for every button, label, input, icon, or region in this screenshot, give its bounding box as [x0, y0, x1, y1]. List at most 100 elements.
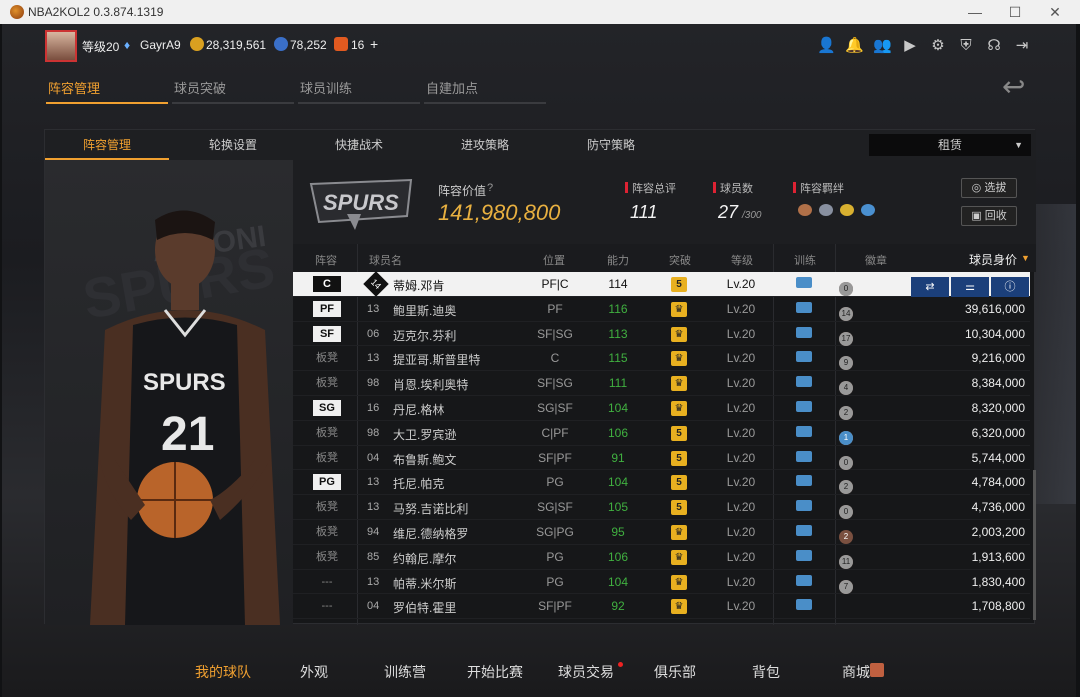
video-icon[interactable]: ▶: [901, 37, 919, 55]
training-icon[interactable]: [796, 574, 812, 586]
nav-shop[interactable]: 商城: [842, 662, 870, 682]
training-icon[interactable]: [796, 401, 812, 412]
tab-custom-points[interactable]: 自建加点: [424, 78, 546, 104]
subtab-lineup[interactable]: 阵容管理: [45, 130, 169, 160]
bond-icon[interactable]: [861, 204, 875, 216]
table-row[interactable]: PF13鲍里斯.迪奥PF116♛Lv.2031439,616,000: [293, 297, 1030, 322]
nav-backpack[interactable]: 背包: [752, 662, 780, 682]
gear-icon[interactable]: ⚙: [929, 37, 947, 55]
close-button[interactable]: ✕: [1035, 2, 1075, 22]
player-name[interactable]: 马努.吉诺比利: [393, 500, 468, 517]
help-icon[interactable]: ?: [487, 182, 493, 194]
lineup-slot[interactable]: C: [313, 276, 341, 292]
shield-icon[interactable]: ⛨: [957, 37, 975, 55]
training-icon[interactable]: [796, 301, 812, 313]
table-row[interactable]: SF06迈克尔.芬利SF|SG113♛Lv.2021710,304,000: [293, 322, 1030, 347]
training-icon[interactable]: [796, 525, 812, 536]
lineup-slot[interactable]: ---: [313, 574, 341, 590]
player-name[interactable]: 迈克尔.芬利: [393, 327, 456, 344]
training-icon[interactable]: [796, 475, 812, 487]
back-arrow-icon[interactable]: ↩: [1002, 73, 1034, 101]
sort-caret-icon[interactable]: ▼: [1021, 253, 1030, 263]
player-name[interactable]: 布鲁斯.鲍文: [393, 451, 456, 468]
table-row[interactable]: 板凳98肖恩.埃利奥特SF|SG111♛Lv.20248,384,000: [293, 371, 1030, 396]
lineup-slot[interactable]: SG: [313, 400, 341, 416]
train-button[interactable]: ⚌: [951, 277, 989, 297]
table-row[interactable]: 板凳98大卫.罗宾逊C|PF1065Lv.2015216,320,000: [293, 421, 1030, 446]
lineup-slot[interactable]: PF: [313, 300, 341, 317]
table-row[interactable]: PG13托尼.帕克PG1045Lv.201224,784,000: [293, 470, 1030, 496]
table-row[interactable]: SG16丹尼.格林SG|SF104♛Lv.20028,320,000: [293, 396, 1030, 421]
table-row[interactable]: --- 04 罗伯特.霍里 SF|PF 92 ♛ Lv.20 1,708,800: [293, 594, 1030, 620]
lineup-slot[interactable]: ---: [313, 598, 341, 614]
player-name[interactable]: 约翰尼.摩尔: [393, 550, 456, 567]
info-button[interactable]: ⓘ: [991, 277, 1029, 297]
lineup-slot[interactable]: SF: [313, 325, 341, 342]
rent-dropdown[interactable]: 租赁 ▼: [869, 134, 1031, 156]
subtab-rotation[interactable]: 轮换设置: [171, 130, 295, 160]
lineup-slot[interactable]: PG: [313, 474, 341, 491]
training-icon[interactable]: [796, 351, 812, 363]
player-name[interactable]: 托尼.帕克: [393, 475, 444, 492]
training-icon[interactable]: [796, 376, 812, 388]
player-name[interactable]: 肖恩.埃利奥特: [393, 376, 468, 393]
nav-training-camp[interactable]: 训练营: [384, 662, 426, 682]
player-name[interactable]: 帕蒂.米尔斯: [393, 575, 456, 592]
person-icon[interactable]: 👤: [817, 37, 836, 55]
bond-icon[interactable]: [798, 204, 812, 216]
bell-icon[interactable]: 🔔: [845, 37, 864, 55]
nav-player-trade[interactable]: 球员交易: [558, 662, 614, 682]
subtab-defense[interactable]: 防守策略: [549, 130, 673, 160]
avatar[interactable]: [45, 30, 77, 62]
player-name[interactable]: 蒂姆.邓肯: [393, 277, 444, 294]
lineup-slot[interactable]: 板凳: [313, 450, 341, 466]
bond-icon[interactable]: [840, 204, 854, 216]
player-name[interactable]: 提亚哥.斯普里特: [393, 351, 480, 368]
player-name[interactable]: 大卫.罗宾逊: [393, 426, 456, 443]
select-button[interactable]: ◎ 选拔: [961, 178, 1017, 198]
scrollbar[interactable]: [1033, 470, 1036, 620]
player-name[interactable]: 鲍里斯.迪奥: [393, 302, 456, 319]
add-currency-button[interactable]: +: [370, 36, 378, 52]
maximize-button[interactable]: ☐: [995, 2, 1035, 22]
training-icon[interactable]: [796, 500, 812, 512]
table-row[interactable]: 板凳04布鲁斯.鲍文SF|PF915Lv.20805,744,000: [293, 446, 1030, 471]
training-icon[interactable]: [796, 326, 812, 338]
lineup-slot[interactable]: 板凳: [313, 524, 341, 540]
subtab-tactics[interactable]: 快捷战术: [297, 130, 421, 160]
table-row[interactable]: ---13帕蒂.米尔斯PG104♛Lv.201271,830,400: [293, 570, 1030, 595]
training-icon[interactable]: [796, 450, 812, 462]
nav-appearance[interactable]: 外观: [300, 662, 328, 682]
headset-icon[interactable]: ☊: [985, 37, 1003, 55]
player-name[interactable]: 维尼.德纳格罗: [393, 525, 468, 542]
lineup-slot[interactable]: 板凳: [313, 549, 341, 565]
player-name[interactable]: 罗伯特.霍里: [393, 599, 456, 616]
lineup-slot[interactable]: 板凳: [313, 499, 341, 515]
friends-icon[interactable]: 👥: [873, 37, 892, 55]
table-row[interactable]: 板凳13提亚哥.斯普里特C115♛Lv.20099,216,000: [293, 346, 1030, 372]
swap-button[interactable]: ⇄: [911, 277, 949, 297]
training-icon[interactable]: [796, 549, 812, 561]
nav-club[interactable]: 俱乐部: [654, 662, 696, 682]
table-row[interactable]: 板凳 94 维尼.德纳格罗 SG|PG 95 ♛ Lv.20 2 2,003,200: [293, 520, 1030, 545]
training-icon[interactable]: [796, 599, 812, 611]
tab-breakthrough[interactable]: 球员突破: [172, 78, 294, 104]
table-row[interactable]: 板凳13马努.吉诺比利SG|SF1055Lv.20304,736,000: [293, 495, 1030, 520]
training-icon[interactable]: [796, 277, 812, 288]
tab-training[interactable]: 球员训练: [298, 78, 420, 104]
bond-icon[interactable]: [819, 204, 833, 216]
lineup-slot[interactable]: 板凳: [313, 425, 341, 441]
lineup-slot[interactable]: 板凳: [313, 350, 341, 366]
col-value[interactable]: 球员身价: [969, 251, 1017, 268]
lineup-slot[interactable]: 板凳: [313, 375, 341, 391]
minimize-button[interactable]: —: [955, 2, 995, 22]
player-name[interactable]: 丹尼.格林: [393, 401, 444, 418]
table-row[interactable]: 板凳85约翰尼.摩尔PG106♛Lv.205111,913,600: [293, 545, 1030, 570]
training-icon[interactable]: [796, 425, 812, 437]
table-row[interactable]: C14蒂姆.邓肯PF|C1145Lv.201440⇄⚌ⓘ: [293, 271, 1030, 297]
nav-start-game[interactable]: 开始比赛: [467, 662, 523, 682]
subtab-offense[interactable]: 进攻策略: [423, 130, 547, 160]
nav-my-team[interactable]: 我的球队: [195, 662, 251, 682]
recycle-button[interactable]: ▣ 回收: [961, 206, 1017, 226]
exit-icon[interactable]: ⇥: [1013, 37, 1031, 55]
